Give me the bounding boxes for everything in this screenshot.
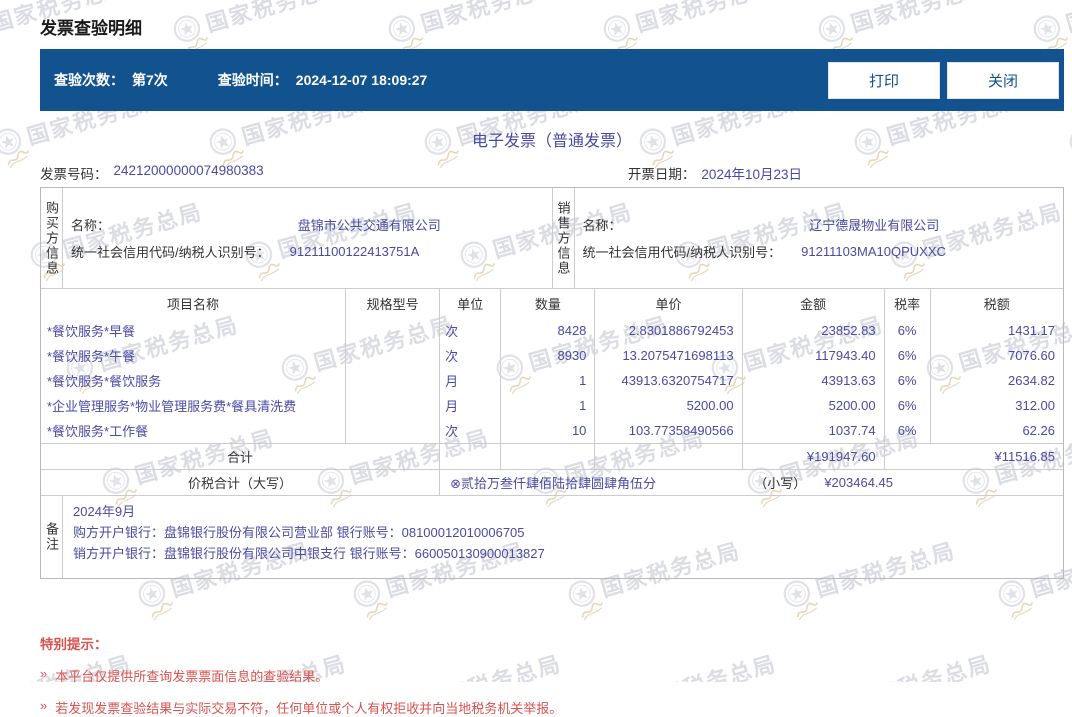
col-tax: 税额	[983, 297, 1010, 312]
check-time-label: 查验时间：	[217, 72, 288, 88]
invoice-date-value: 2024年10月23日	[701, 167, 802, 182]
buyer-taxid-label: 统一社会信用代码/纳税人识别号：	[71, 245, 270, 260]
col-spec: 规格型号	[345, 288, 441, 318]
seller-name-value: 辽宁德晟物业有限公司	[809, 218, 940, 233]
close-button[interactable]: 关闭	[947, 61, 1059, 99]
table-row: *企业管理服务*物业管理服务费*餐具清洗费 月 1 5200.00 5200.0…	[41, 393, 1063, 418]
amount-in-words: ⊗贰拾万叁仟肆佰陆拾肆圆肆角伍分	[450, 476, 656, 491]
remarks-content: 2024年9月 购方开户银行：盘锦银行股份有限公司营业部 银行账号：081000…	[63, 496, 1063, 578]
invoice-verification-page: 发票查验明细 查验次数： 第7次 查验时间： 2024-12-07 18:09:…	[0, 0, 1064, 717]
invoice-date-label: 开票日期：	[627, 167, 696, 182]
table-row: *餐饮服务*工作餐 次 10 103.77358490566 1037.74 6…	[41, 418, 1063, 444]
check-time-value: 2024-12-07 18:09:27	[295, 72, 428, 88]
seller-side-label: 销售方信息	[553, 188, 575, 288]
items-table: 项目名称 规格型号 单位 数量 单价 金额 税率 税额 *餐饮服务*早餐 次 8…	[41, 288, 1063, 495]
col-unit: 单位	[439, 288, 502, 318]
check-count-value: 第7次	[132, 72, 168, 88]
grand-total-row: 价税合计（大写） ⊗贰拾万叁仟肆佰陆拾肆圆肆角伍分 （小写） ¥203464.4…	[41, 469, 1063, 495]
invoice-date-group: 开票日期： 2024年10月23日	[628, 163, 802, 183]
amount-numeric-value: ¥203464.45	[824, 475, 893, 490]
grand-total-content: ⊗贰拾万叁仟肆佰陆拾肆圆肆角伍分 （小写） ¥203464.45	[448, 473, 1055, 492]
invoice-number-value: 24212000000074980383	[113, 163, 264, 178]
verification-toolbar: 查验次数： 第7次 查验时间： 2024-12-07 18:09:27 打印 关…	[40, 49, 1064, 111]
invoice-type-title: 电子发票（普通发票）	[471, 133, 632, 150]
remarks-side-label: 备注	[41, 496, 63, 578]
col-item-name: 项目名称	[41, 288, 347, 318]
col-amount: 金额	[742, 288, 885, 318]
buyer-name-line: 名称： 盘锦市公共交通有限公司	[71, 216, 544, 233]
table-row: *餐饮服务*午餐 次 8930 13.2075471698113 117943.…	[41, 343, 1063, 368]
seller-taxid-line: 统一社会信用代码/纳税人识别号： 91211103MA10QPUXXC	[583, 243, 1056, 260]
invoice-box: 购买方信息 名称： 盘锦市公共交通有限公司 统一社会信用代码/纳税人识别号： 9…	[40, 187, 1064, 579]
toolbar-buttons: 打印 关闭	[821, 61, 1059, 99]
buyer-name-value: 盘锦市公共交通有限公司	[297, 218, 441, 233]
print-button[interactable]: 打印	[828, 61, 940, 99]
buyer-side-label: 购买方信息	[41, 188, 63, 288]
page-title: 发票查验明细	[40, 19, 142, 38]
col-rate: 税率	[884, 288, 931, 318]
notice-title: 特别提示：	[40, 637, 108, 652]
chevron-bullet-icon: »	[40, 698, 48, 713]
remark-line: 2024年9月	[73, 504, 136, 519]
table-row: *餐饮服务*餐饮服务 月 1 43913.6320754717 43913.63…	[41, 368, 1063, 393]
buyer-info: 名称： 盘锦市公共交通有限公司 统一社会信用代码/纳税人识别号： 9121110…	[63, 188, 553, 288]
grand-total-label: 价税合计（大写）	[41, 469, 441, 495]
check-count-label: 查验次数：	[54, 72, 124, 88]
buyer-taxid-line: 统一社会信用代码/纳税人识别号： 91211100122413751A	[71, 243, 544, 260]
buyer-name-label: 名称：	[71, 218, 111, 233]
seller-name-label: 名称：	[582, 218, 622, 233]
party-section: 购买方信息 名称： 盘锦市公共交通有限公司 统一社会信用代码/纳税人识别号： 9…	[41, 188, 1063, 288]
seller-taxid-label: 统一社会信用代码/纳税人识别号：	[582, 245, 782, 260]
items-header-row: 项目名称 规格型号 单位 数量 单价 金额 税率 税额	[41, 288, 1063, 318]
invoice-meta-row: 发票号码： 24212000000074980383 开票日期： 2024年10…	[40, 163, 1064, 183]
remark-line: 销方开户银行：盘锦银行股份有限公司中银支行 银行账号：6600501309000…	[73, 546, 545, 561]
notice-line: » 本平台仅提供所查询发票票面信息的查验结果。	[40, 666, 329, 684]
watermark-tile: 国家税务总局	[1065, 81, 1072, 161]
seller-taxid-value: 91211103MA10QPUXXC	[801, 244, 946, 259]
totals-row: 合计 ¥191947.60 ¥11516.85	[41, 443, 1063, 470]
buyer-taxid-value: 91211100122413751A	[289, 244, 420, 259]
seller-name-line: 名称： 辽宁德晟物业有限公司	[583, 216, 1056, 233]
notice-line: » 若发现发票查验结果与实际交易不符，任何单位或个人有权拒收并向当地税务机关举报…	[40, 698, 563, 716]
total-amount: ¥191947.60	[742, 443, 885, 470]
remark-line: 购方开户银行：盘锦银行股份有限公司营业部 银行账号：08100012010006…	[73, 525, 525, 540]
total-tax: ¥11516.85	[884, 443, 1063, 470]
col-price: 单价	[594, 288, 743, 318]
remarks-section: 备注 2024年9月 购方开户银行：盘锦银行股份有限公司营业部 银行账号：081…	[41, 495, 1063, 578]
amount-numeric-label: （小写）	[754, 476, 807, 491]
col-qty: 数量	[500, 288, 596, 318]
table-row: *餐饮服务*早餐 次 8428 2.8301886792453 23852.83…	[41, 318, 1063, 343]
chevron-bullet-icon: »	[40, 666, 48, 681]
seller-info: 名称： 辽宁德晟物业有限公司 统一社会信用代码/纳税人识别号： 91211103…	[575, 188, 1064, 288]
tax-emblem-icon	[1069, 128, 1072, 155]
total-label: 合计	[41, 443, 441, 470]
invoice-number-label: 发票号码：	[40, 167, 108, 182]
special-notice: 特别提示： » 本平台仅提供所查询发票票面信息的查验结果。 » 若发现发票查验结…	[40, 633, 1064, 717]
